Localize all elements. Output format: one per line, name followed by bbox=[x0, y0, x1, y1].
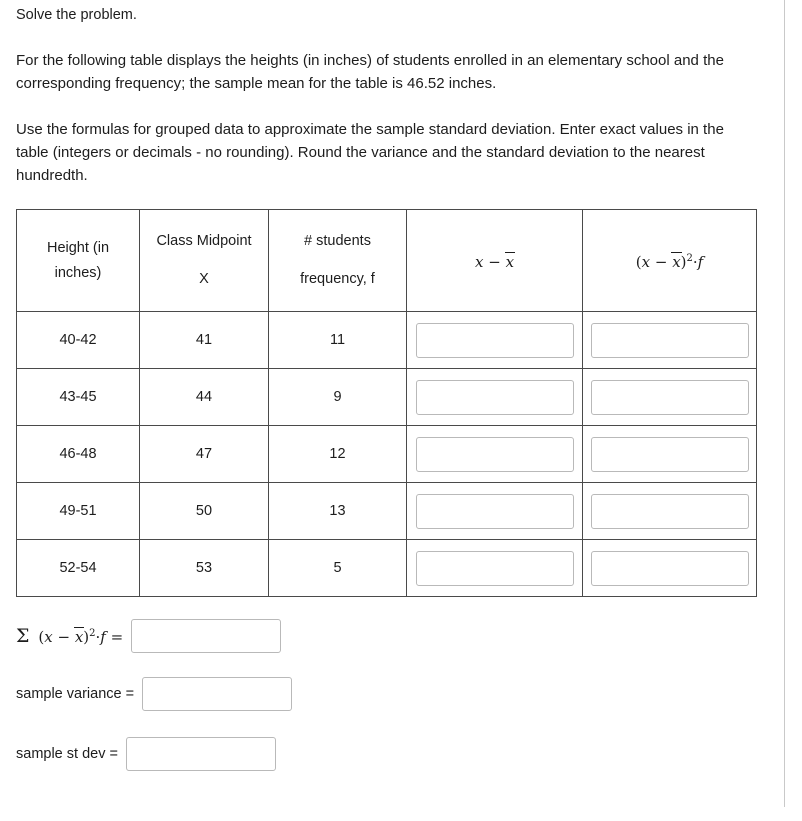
cell-height: 43-45 bbox=[16, 368, 140, 427]
deviation-squared-input-row-4[interactable] bbox=[590, 493, 749, 529]
table-row: 43-45 44 9 bbox=[16, 368, 757, 427]
header-deviation-xbar: x bbox=[504, 251, 516, 271]
sum-answer-row: Σ (x − x)2·f = bbox=[16, 619, 802, 654]
instruction-text: Solve the problem. bbox=[16, 7, 137, 23]
cell-height: 49-51 bbox=[16, 482, 140, 541]
cell-height: 46-48 bbox=[16, 425, 140, 484]
sum-formula-label: Σ (x − x)2·f = bbox=[16, 625, 124, 648]
table-row: 52-54 53 5 bbox=[16, 539, 757, 598]
cell-height: 40-42 bbox=[16, 311, 140, 370]
page-divider-rule bbox=[784, 0, 785, 807]
cell-frequency: 12 bbox=[268, 425, 407, 484]
cell-deviation-input[interactable] bbox=[406, 482, 583, 541]
header-height-line2: inches) bbox=[54, 264, 102, 281]
cell-deviation-squared-input[interactable] bbox=[582, 368, 757, 427]
header-height-line1: Height (in bbox=[46, 239, 110, 256]
deviation-input-row-3[interactable] bbox=[415, 436, 574, 472]
cell-height: 52-54 bbox=[16, 539, 140, 598]
cell-deviation-input[interactable] bbox=[406, 425, 583, 484]
sigma-icon: Σ bbox=[16, 625, 30, 648]
header-class-midpoint-line1: Class Midpoint bbox=[156, 233, 252, 250]
sum-input[interactable] bbox=[131, 619, 282, 654]
header-deviation-minus: − bbox=[488, 252, 501, 271]
variance-answer-row: sample variance = bbox=[16, 677, 802, 712]
grouped-data-table: Height (in inches) Class Midpoint X # st… bbox=[16, 209, 757, 598]
stdev-label: sample st dev = bbox=[16, 746, 118, 763]
cell-midpoint: 47 bbox=[139, 425, 269, 484]
deviation-input-row-5[interactable] bbox=[415, 550, 574, 586]
deviation-squared-input-row-1[interactable] bbox=[590, 322, 749, 358]
cell-midpoint: 44 bbox=[139, 368, 269, 427]
cell-frequency: 9 bbox=[268, 368, 407, 427]
cell-frequency: 13 bbox=[268, 482, 407, 541]
cell-deviation-squared-input[interactable] bbox=[582, 539, 757, 598]
cell-midpoint: 41 bbox=[139, 311, 269, 370]
cell-midpoint: 53 bbox=[139, 539, 269, 598]
cell-deviation-input[interactable] bbox=[406, 311, 583, 370]
stdev-input[interactable] bbox=[125, 737, 276, 772]
deviation-input-row-2[interactable] bbox=[415, 379, 574, 415]
header-class-midpoint: Class Midpoint X bbox=[139, 209, 269, 313]
cell-deviation-squared-input[interactable] bbox=[582, 482, 757, 541]
variance-input[interactable] bbox=[142, 677, 293, 712]
table-header-row: Height (in inches) Class Midpoint X # st… bbox=[16, 209, 757, 313]
header-height: Height (in inches) bbox=[16, 209, 140, 313]
table-row: 49-51 50 13 bbox=[16, 482, 757, 541]
cell-frequency: 11 bbox=[268, 311, 407, 370]
header-students-line2: frequency, f bbox=[300, 271, 375, 288]
deviation-input-row-4[interactable] bbox=[415, 493, 574, 529]
deviation-input-row-1[interactable] bbox=[415, 322, 574, 358]
cell-deviation-input[interactable] bbox=[406, 368, 583, 427]
stdev-answer-row: sample st dev = bbox=[16, 737, 802, 772]
cell-deviation-squared-input[interactable] bbox=[582, 311, 757, 370]
cell-deviation-squared-input[interactable] bbox=[582, 425, 757, 484]
variance-label: sample variance = bbox=[16, 686, 135, 703]
table-row: 40-42 41 11 bbox=[16, 311, 757, 370]
table-body: 40-42 41 11 43-45 44 9 46-48 47 12 49-51… bbox=[16, 311, 757, 598]
table-row: 46-48 47 12 bbox=[16, 425, 757, 484]
cell-midpoint: 50 bbox=[139, 482, 269, 541]
problem-paragraph-2: Use the formulas for grouped data to app… bbox=[16, 120, 724, 185]
deviation-squared-input-row-2[interactable] bbox=[590, 379, 749, 415]
worksheet-page: Solve the problem. For the following tab… bbox=[0, 0, 802, 821]
deviation-squared-input-row-3[interactable] bbox=[590, 436, 749, 472]
table-header: Height (in inches) Class Midpoint X # st… bbox=[16, 209, 757, 313]
header-students: # students frequency, f bbox=[268, 209, 407, 313]
header-deviation-squared-times-f: (x − x)2·f bbox=[582, 209, 757, 313]
cell-frequency: 5 bbox=[268, 539, 407, 598]
problem-paragraph-1: For the following table displays the hei… bbox=[16, 52, 724, 93]
cell-deviation-input[interactable] bbox=[406, 539, 583, 598]
header-students-line1: # students bbox=[304, 233, 371, 250]
deviation-squared-input-row-5[interactable] bbox=[590, 550, 749, 586]
header-deviation: x − x bbox=[406, 209, 583, 313]
header-class-midpoint-symbol: X bbox=[199, 271, 209, 288]
